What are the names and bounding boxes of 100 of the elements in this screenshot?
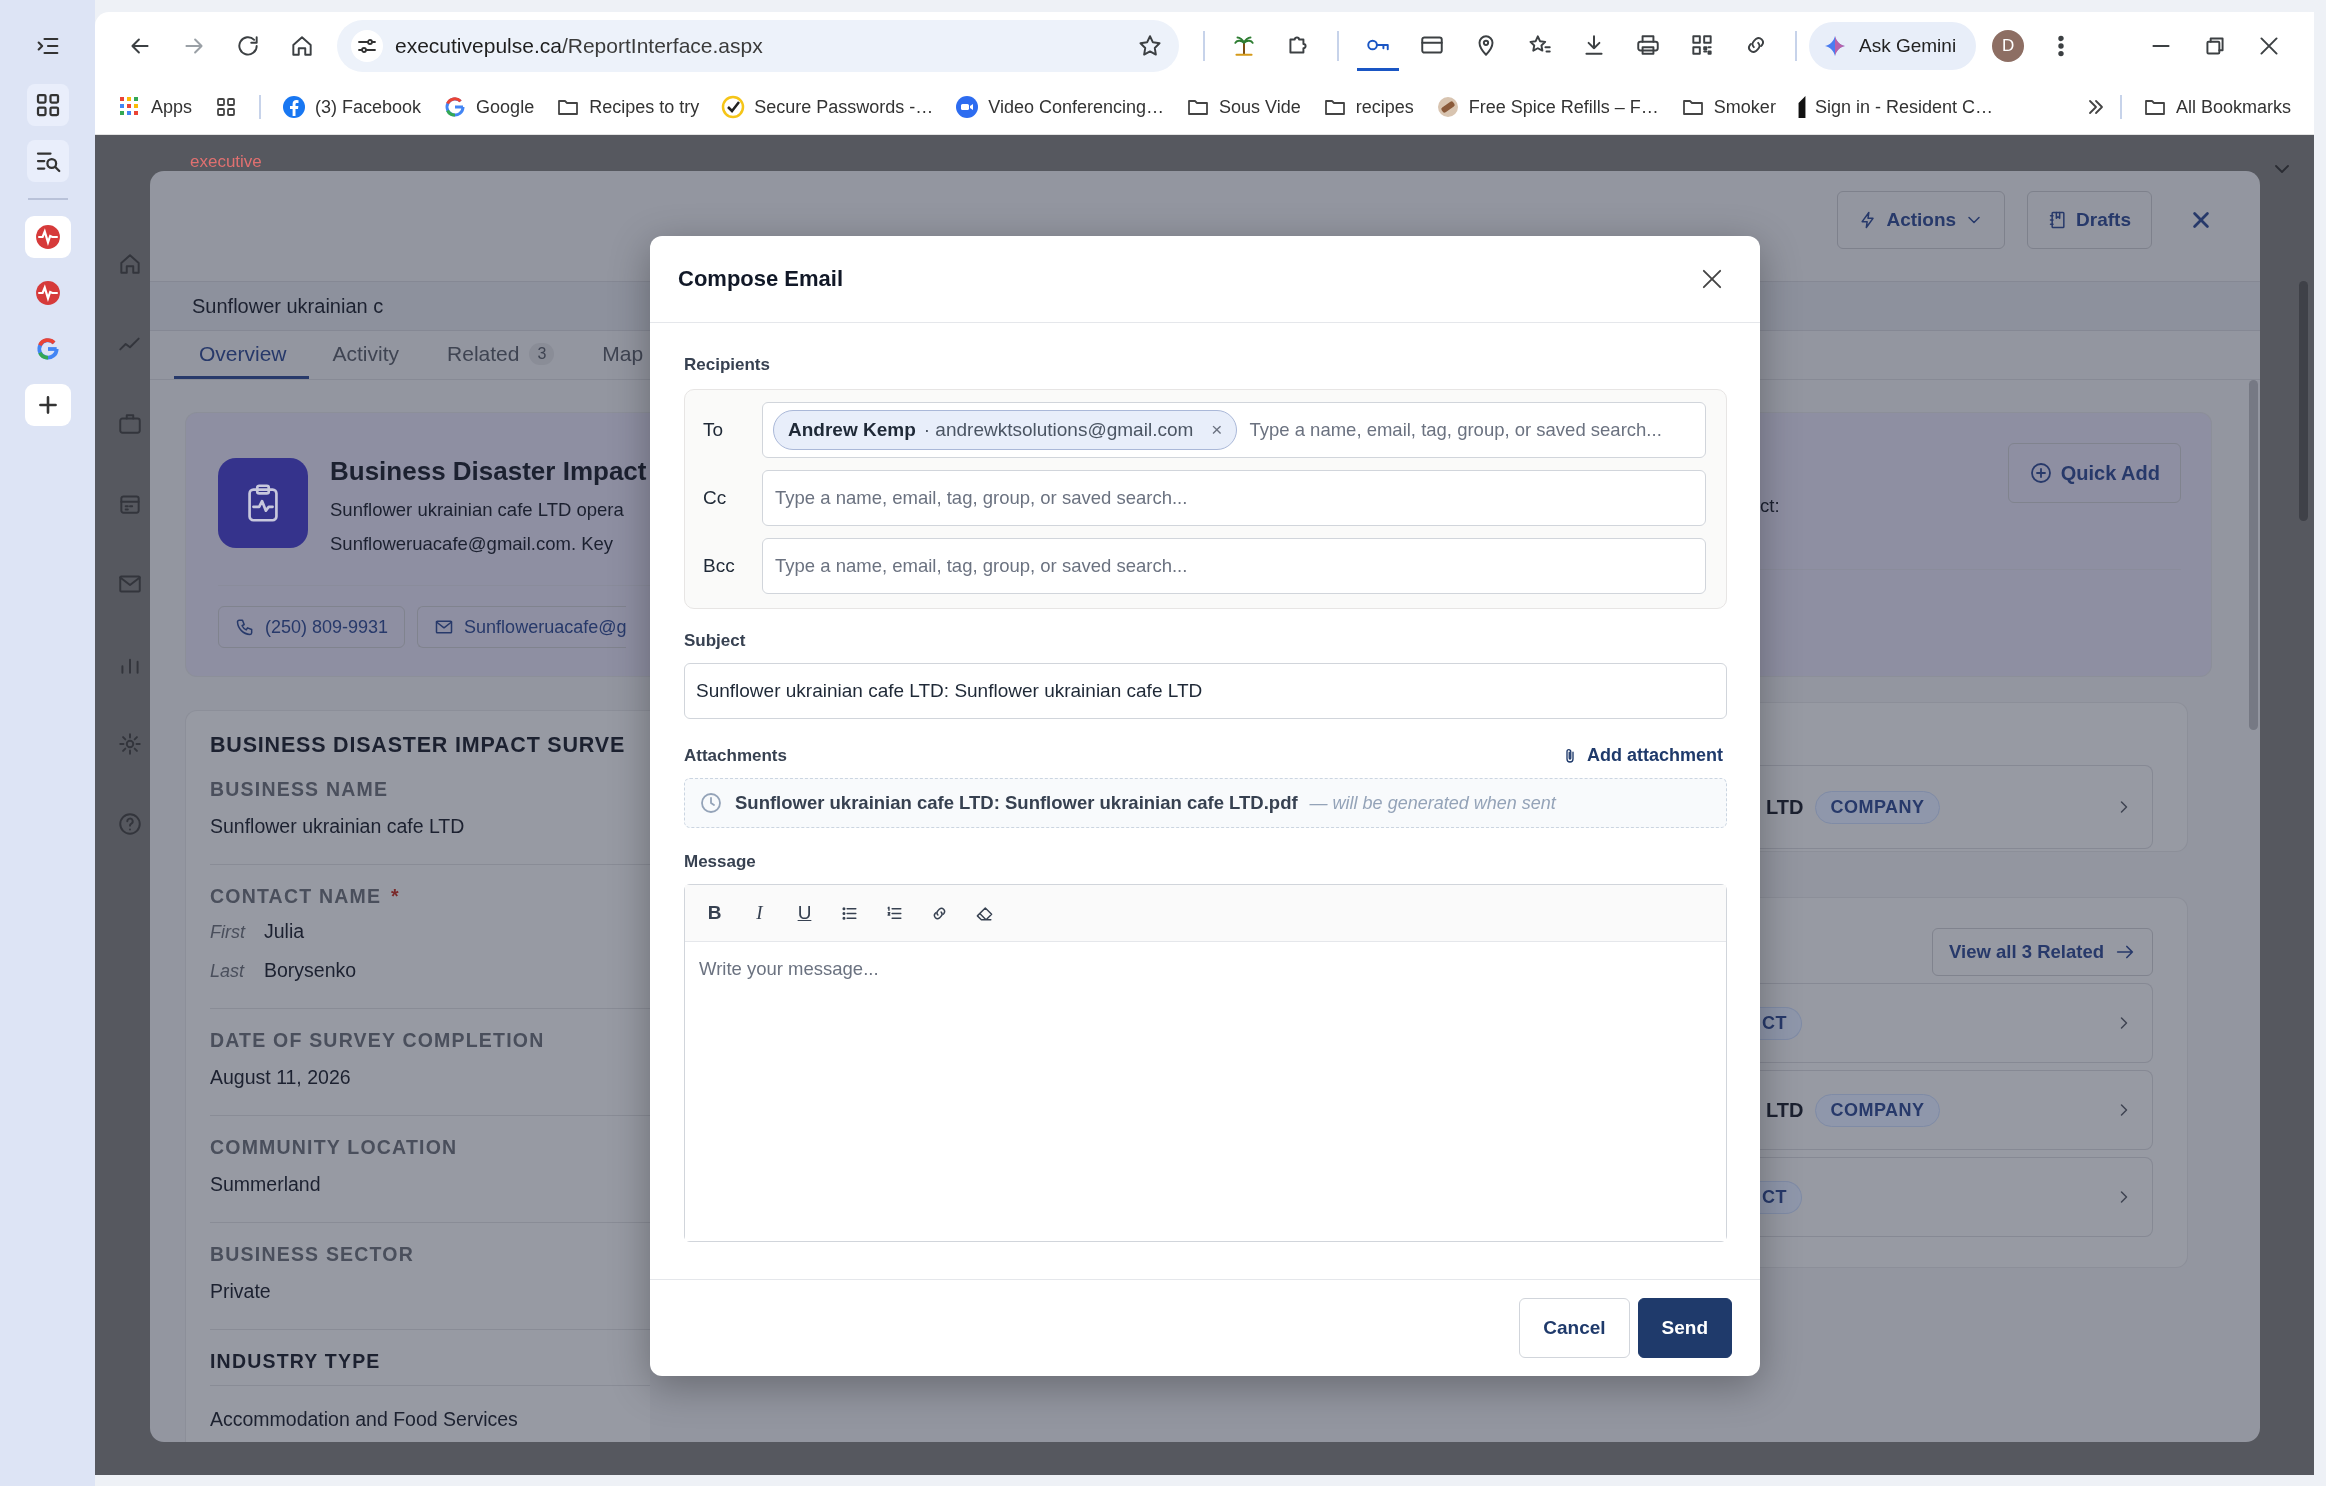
checkmark-icon <box>721 95 746 119</box>
field-value: Accommodation and Food Services <box>210 1408 518 1430</box>
phone-chip[interactable]: (250) 809-9931 <box>218 606 406 648</box>
name-part-label: First <box>210 922 247 943</box>
recipient-chip[interactable]: Andrew Kemp · andrewktsolutions@gmail.com × <box>773 410 1238 450</box>
summary-text: ct: <box>1760 495 1780 517</box>
related-row[interactable]: CT <box>1760 1157 2153 1237</box>
vertical-tab[interactable] <box>24 216 71 258</box>
required-mark: * <box>391 885 400 908</box>
recipient-label: To <box>703 419 725 441</box>
field-value: Borysenko <box>264 959 357 982</box>
bookmark[interactable]: Smoker <box>1671 95 1785 119</box>
bookmark[interactable]: Google <box>434 95 544 119</box>
related-name: LTD <box>1765 1098 1804 1122</box>
bold-button[interactable]: B <box>705 902 724 924</box>
sparkle-icon <box>1823 34 1847 58</box>
clipboard-pulse-icon <box>218 458 308 548</box>
field-value: Summerland <box>210 1173 321 1195</box>
field-label: INDUSTRY TYPE <box>210 1350 381 1373</box>
add-attachment-link[interactable]: Add attachment <box>1561 745 1727 766</box>
send-button[interactable]: Send <box>1637 1298 1732 1358</box>
type-tag: COMPANY <box>1815 1093 1940 1127</box>
pulse-logo-icon <box>34 224 61 250</box>
attachment-name: Sunflower ukrainian cafe LTD: Sunflower ukrainian cafe LTD.pdf <box>735 792 1298 814</box>
field-value: Private <box>210 1280 271 1302</box>
attachment-note: — will be generated when sent <box>1309 792 1556 814</box>
video-camera-icon <box>955 95 980 119</box>
field-label: COMMUNITY LOCATION <box>210 1136 458 1159</box>
recipient-label: Bcc <box>703 555 736 577</box>
phone-icon <box>235 617 255 637</box>
field-label: BUSINESS SECTOR <box>210 1243 414 1266</box>
quick-add-button[interactable]: Quick Add <box>2007 443 2181 503</box>
tab-search-icon[interactable] <box>26 140 69 182</box>
related-name: LTD <box>1765 795 1804 819</box>
scrollbar[interactable] <box>2249 380 2258 730</box>
profile-avatar[interactable]: D <box>1992 30 2025 62</box>
type-tag: CT <box>1760 1180 1802 1214</box>
underline-button[interactable]: U <box>795 902 814 924</box>
bookmark[interactable]: Sous Vide <box>1177 95 1310 119</box>
type-tag: CT <box>1760 1006 1802 1040</box>
summary-text: Sunflower ukrainian cafe LTD opera <box>330 499 625 521</box>
reload-icon[interactable] <box>235 33 261 59</box>
mail-icon <box>434 617 455 637</box>
recipient-field[interactable]: Andrew Kemp · andrewktsolutions@gmail.com × Type a name, email, tag, group, or saved search... <box>762 402 1706 458</box>
tab-groups-icon[interactable] <box>26 84 69 126</box>
address-bar[interactable]: executivepulse.ca/ReportInterface.aspx <box>337 20 1179 72</box>
favicon-icon <box>1797 96 1806 118</box>
new-tab-button[interactable] <box>24 384 71 426</box>
cancel-button[interactable]: Cancel <box>1519 1298 1630 1358</box>
email-chip[interactable]: Sunfloweruacafe@g <box>417 606 627 648</box>
bookmark[interactable]: Secure Passwords -… <box>712 95 943 119</box>
tab[interactable]: Overview <box>174 331 309 379</box>
italic-button[interactable]: I <box>750 902 769 924</box>
section-label: Message <box>684 852 757 872</box>
google-logo-icon <box>34 336 61 362</box>
subject-field[interactable]: Sunflower ukrainian cafe LTD: Sunflower ukrainian cafe LTD <box>684 663 1727 719</box>
recipient-field[interactable]: Type a name, email, tag, group, or saved search... <box>762 538 1706 594</box>
drafts-button[interactable]: Drafts <box>2027 191 2152 249</box>
site-settings-icon[interactable] <box>351 30 383 62</box>
dialog-title: Compose Email <box>678 266 844 292</box>
recipient-label: Cc <box>703 487 728 509</box>
field-value: Sunflower ukrainian cafe LTD <box>210 815 465 837</box>
section-label: Subject <box>684 631 747 651</box>
field-value: August 11, 2026 <box>210 1066 351 1088</box>
actions-button[interactable]: Actions <box>1837 191 2006 249</box>
plus-circle-icon <box>2028 461 2053 485</box>
type-tag: COMPANY <box>1815 790 1940 824</box>
facebook-logo-icon <box>282 95 307 119</box>
pulse-logo-icon <box>34 280 61 306</box>
section-label: Recipients <box>684 355 771 375</box>
field-label: BUSINESS NAME <box>210 778 389 801</box>
related-row[interactable]: CT <box>1760 983 2153 1063</box>
bookmark[interactable]: recipes <box>1313 95 1423 119</box>
all-bookmarks-button[interactable]: All Bookmarks <box>2133 95 2300 119</box>
bookmark[interactable]: Sign in - Resident C… <box>1788 96 2002 118</box>
site-logo-text: executive <box>190 153 262 171</box>
bookmark[interactable]: Free Spice Refills – F… <box>1426 95 1668 119</box>
section-label: Attachments <box>684 745 787 766</box>
bookmark[interactable]: Recipes to try <box>547 95 709 119</box>
field-label: DATE OF SURVEY COMPLETION <box>210 1029 545 1052</box>
summary-title: Business Disaster Impact <box>330 456 647 487</box>
bookmark[interactable]: Video Conferencing… <box>946 95 1174 119</box>
survey-heading: BUSINESS DISASTER IMPACT SURVE <box>210 733 627 758</box>
related-row[interactable]: LTD COMPANY <box>1760 765 2153 849</box>
related-row[interactable]: LTD COMPANY <box>1760 1070 2153 1150</box>
field-value: Julia <box>264 920 305 943</box>
clock-icon <box>699 791 723 815</box>
bookmark[interactable]: (3) Facebook <box>273 95 431 119</box>
message-editor[interactable]: B I U Write your message... <box>684 884 1727 1242</box>
record-title: Sunflower ukrainian c <box>192 294 384 318</box>
favicon-icon <box>1435 95 1460 119</box>
view-all-related-button[interactable]: View all 3 Related <box>1932 928 2153 976</box>
gemini-button[interactable]: Ask Gemini <box>1809 22 1977 70</box>
url-text: executivepulse.ca/ReportInterface.aspx <box>395 34 764 58</box>
home-icon[interactable] <box>289 33 315 59</box>
summary-text: Sunfloweruacafe@gmail.com. Key <box>330 533 615 555</box>
field-label: CONTACT NAME <box>210 885 382 908</box>
name-part-label: Last <box>210 961 246 982</box>
bookmark[interactable]: Apps <box>109 95 202 119</box>
recipient-field[interactable]: Type a name, email, tag, group, or saved search... <box>762 470 1706 526</box>
